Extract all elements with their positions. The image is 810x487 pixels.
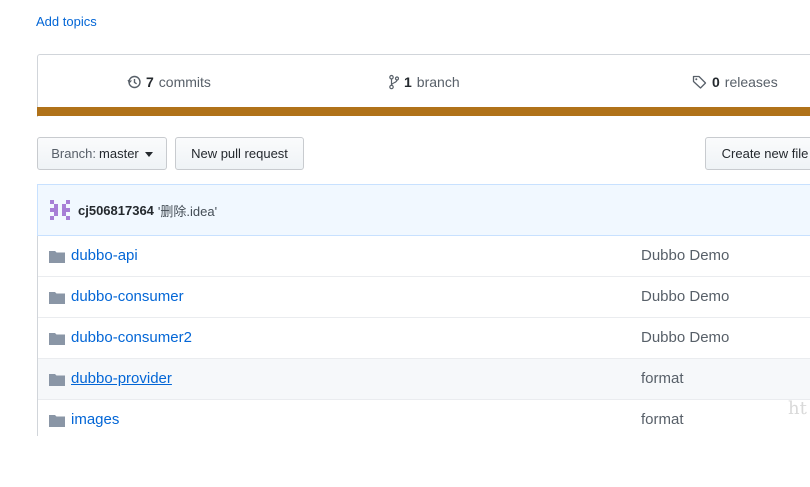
branch-select-prefix: Branch: (51, 146, 97, 161)
create-new-file-button[interactable]: Create new file (705, 137, 810, 170)
file-row: dubbo-provider format (38, 359, 810, 400)
watermark-text: ht (788, 398, 807, 419)
language-bar[interactable] (37, 107, 810, 116)
latest-commit: cj506817364 '删除.idea' (37, 184, 810, 236)
file-row: dubbo-consumer Dubbo Demo (38, 277, 810, 318)
repo-page: Add topics 7 commits 1 branch 0 releases… (0, 0, 810, 487)
folder-icon (49, 250, 65, 267)
branch-select-button[interactable]: Branch: master (37, 137, 167, 170)
folder-icon (49, 332, 65, 349)
file-name[interactable]: dubbo-consumer (71, 288, 184, 305)
commits-label: commits (158, 74, 211, 90)
branch-icon (389, 74, 399, 90)
file-commit-message[interactable]: format (641, 370, 684, 387)
folder-icon (49, 373, 65, 390)
file-name[interactable]: dubbo-api (71, 247, 138, 264)
file-commit-message[interactable]: Dubbo Demo (641, 329, 729, 346)
file-name[interactable]: dubbo-provider (71, 370, 172, 387)
folder-icon (49, 414, 65, 431)
commits-count: 7 (146, 74, 154, 90)
folder-icon (49, 291, 65, 308)
releases-count: 0 (712, 74, 720, 90)
branches-link[interactable]: 1 branch (389, 72, 460, 92)
file-commit-message[interactable]: Dubbo Demo (641, 247, 729, 264)
tag-icon (692, 74, 707, 90)
avatar[interactable] (50, 200, 70, 220)
history-icon (127, 74, 141, 90)
file-row: dubbo-consumer2 Dubbo Demo (38, 318, 810, 359)
file-row: dubbo-api Dubbo Demo (38, 236, 810, 277)
releases-label: releases (724, 74, 778, 90)
chevron-down-icon (144, 151, 153, 157)
add-topics-link[interactable]: Add topics (36, 14, 97, 29)
branch-label: branch (416, 74, 460, 90)
file-row: images format (38, 400, 810, 441)
file-name[interactable]: images (71, 411, 119, 428)
commits-link[interactable]: 7 commits (127, 72, 211, 92)
page-bottom-whitespace (0, 436, 810, 487)
branch-count: 1 (404, 74, 412, 90)
file-list: dubbo-api Dubbo Demo dubbo-consumer Dubb… (37, 236, 810, 441)
commit-author[interactable]: cj506817364 (78, 203, 154, 218)
branch-select-value: master (99, 146, 139, 161)
file-commit-message[interactable]: Dubbo Demo (641, 288, 729, 305)
file-commit-message[interactable]: format (641, 411, 684, 428)
file-name[interactable]: dubbo-consumer2 (71, 329, 192, 346)
releases-link[interactable]: 0 releases (692, 72, 778, 92)
commit-message[interactable]: '删除.idea' (158, 201, 217, 220)
new-pull-request-button[interactable]: New pull request (175, 137, 304, 170)
